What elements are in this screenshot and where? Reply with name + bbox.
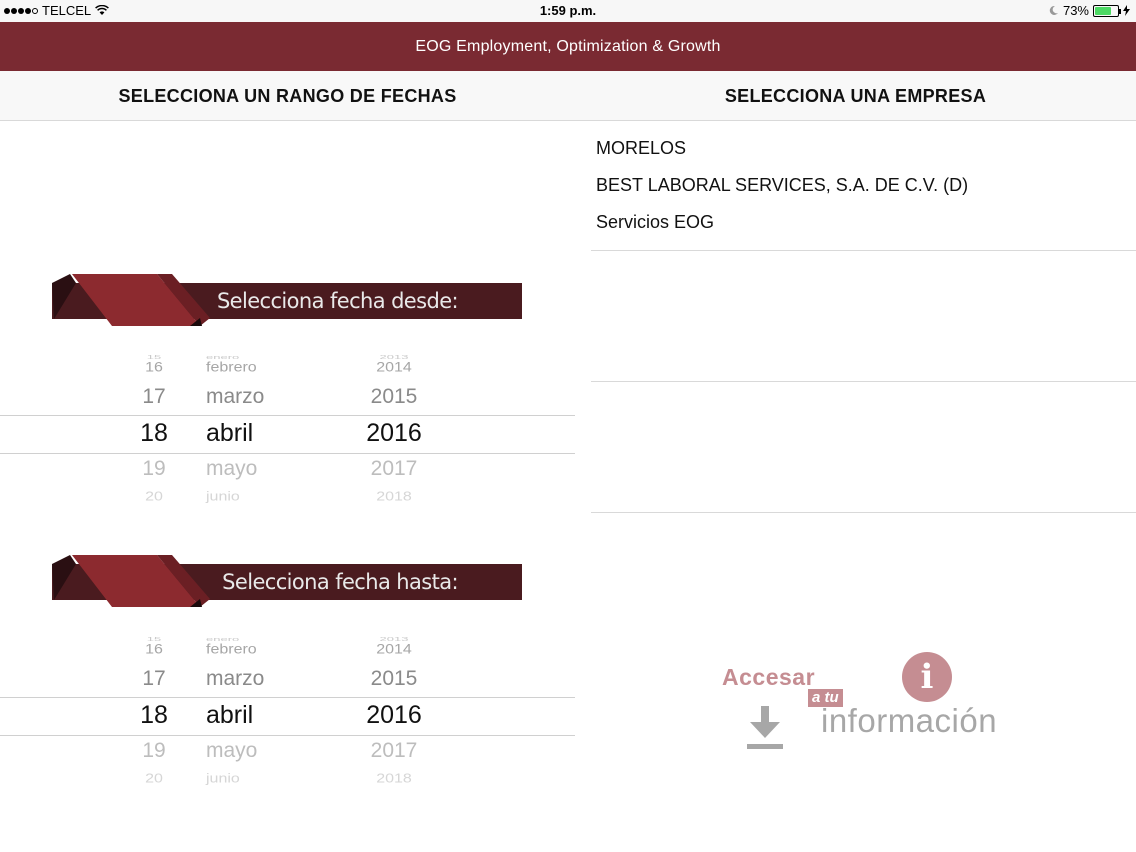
to-month-selected: abril <box>206 701 254 729</box>
picker-row[interactable]: 20 junio 2018 <box>0 772 575 787</box>
list-divider <box>591 381 1136 382</box>
logo-accesar-text: Accesar <box>722 664 816 690</box>
date-range-title: SELECCIONA UN RANGO DE FECHAS <box>118 86 457 106</box>
status-time: 1:59 p.m. <box>539 3 597 18</box>
to-day-selected: 18 <box>140 701 168 729</box>
logo-informacion-text: información <box>821 702 998 739</box>
picker-row-selected[interactable]: 18 abril 2016 <box>0 419 575 449</box>
moon-icon <box>1049 5 1058 15</box>
picker-row[interactable]: 16 febrero 2014 <box>0 360 575 386</box>
company-item-morelos[interactable]: MORELOS <box>596 138 686 159</box>
picker-row-selected[interactable]: 18 abril 2016 <box>0 701 575 731</box>
from-year-selected: 2016 <box>366 419 422 447</box>
picker-row[interactable]: 20 junio 2018 <box>0 490 575 505</box>
battery-percent: 73% <box>1062 3 1089 18</box>
picker-row[interactable]: 17 marzo 2015 <box>0 385 575 415</box>
download-icon <box>747 706 783 749</box>
to-date-label: Selecciona fecha hasta: <box>222 570 458 594</box>
from-date-picker[interactable]: 15 enero 2013 16 febrero 2014 17 marzo 2… <box>0 345 575 505</box>
from-date-banner: Selecciona fecha desde: <box>52 274 522 326</box>
from-date-label: Selecciona fecha desde: <box>216 289 459 313</box>
status-bar: TELCEL 1:59 p.m. 73% <box>0 0 1136 22</box>
app-title: EOG Employment, Optimization & Growth <box>415 38 721 55</box>
company-header: SELECCIONA UNA EMPRESA <box>575 71 1136 121</box>
picker-row[interactable]: 19 mayo 2017 <box>0 739 575 769</box>
date-range-header: SELECCIONA UN RANGO DE FECHAS <box>0 71 575 121</box>
company-item-best-laboral[interactable]: BEST LABORAL SERVICES, S.A. DE C.V. (D) <box>596 175 968 196</box>
company-item-servicios-eog[interactable]: Servicios EOG <box>596 212 714 233</box>
from-month-selected: abril <box>206 419 254 447</box>
access-info-button[interactable]: Accesar a tu información i <box>718 650 1008 760</box>
charging-bolt-icon <box>1123 5 1130 16</box>
app-header: EOG Employment, Optimization & Growth <box>0 22 1136 71</box>
battery-icon <box>1093 4 1121 17</box>
picker-row[interactable]: 19 mayo 2017 <box>0 457 575 487</box>
battery-fill <box>1095 6 1112 15</box>
to-date-picker[interactable]: 15 enero 2013 16 febrero 2014 17 marzo 2… <box>0 627 575 787</box>
picker-row[interactable]: 17 marzo 2015 <box>0 667 575 697</box>
to-date-banner: Selecciona fecha hasta: <box>52 555 522 607</box>
picker-row[interactable]: 16 febrero 2014 <box>0 642 575 668</box>
info-icon: i <box>902 652 952 702</box>
company-title: SELECCIONA UNA EMPRESA <box>724 86 987 106</box>
to-year-selected: 2016 <box>366 701 422 729</box>
status-right: 73% <box>1048 3 1130 18</box>
list-divider <box>591 512 1136 513</box>
from-day-selected: 18 <box>140 419 168 447</box>
list-divider <box>591 250 1136 251</box>
